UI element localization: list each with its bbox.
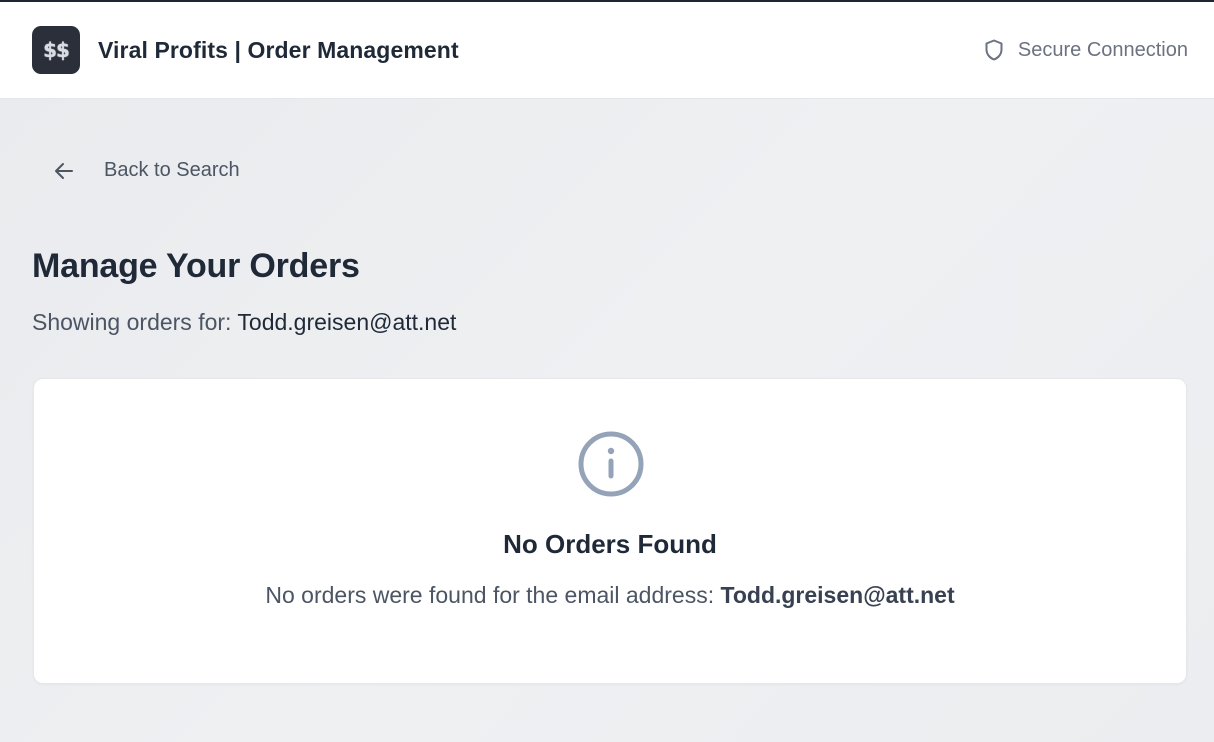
main-content: Back to Search Manage Your Orders Showin… (0, 99, 1214, 742)
back-to-search-label: Back to Search (104, 159, 240, 181)
shield-icon (984, 39, 1004, 61)
secure-connection-indicator: Secure Connection (984, 39, 1188, 62)
arrow-left-icon (54, 162, 82, 180)
app-header: $$ Viral Profits | Order Management Secu… (0, 2, 1214, 99)
logo-text: $$ (43, 38, 70, 62)
no-orders-message-prefix: No orders were found for the email addre… (265, 582, 715, 608)
app-title: Viral Profits | Order Management (98, 36, 459, 63)
no-orders-card: No Orders Found No orders were found for… (33, 378, 1187, 684)
no-orders-message: No orders were found for the email addre… (34, 582, 1186, 609)
dollar-logo-icon: $$ (32, 26, 80, 74)
customer-email: Todd.greisen@att.net (237, 309, 457, 335)
no-orders-email: Todd.greisen@att.net (720, 582, 955, 608)
no-orders-title: No Orders Found (503, 529, 717, 559)
showing-orders-for: Showing orders for: Todd.greisen@att.net (32, 309, 456, 336)
showing-orders-prefix: Showing orders for: (32, 309, 232, 335)
back-to-search-link[interactable]: Back to Search (54, 159, 240, 182)
info-circle-icon (577, 430, 645, 498)
secure-connection-label: Secure Connection (1017, 38, 1188, 61)
page-title: Manage Your Orders (32, 247, 360, 285)
